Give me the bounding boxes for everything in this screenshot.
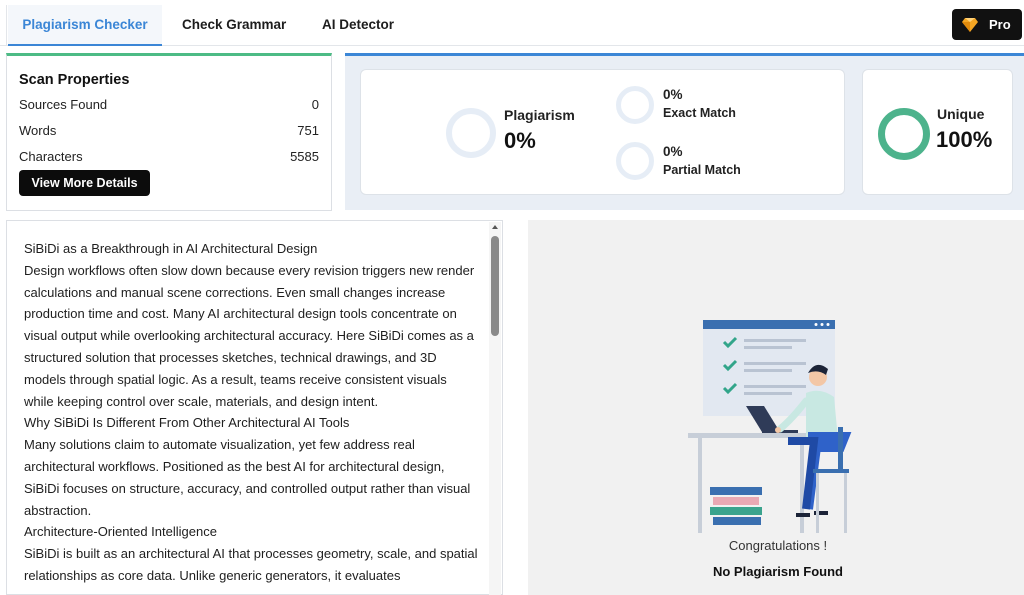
person-laptop-illustration (688, 320, 852, 533)
exact-match-value: 0% (663, 87, 683, 102)
paragraph: Many solutions claim to automate visuali… (24, 437, 471, 518)
view-more-details-button[interactable]: View More Details (19, 170, 150, 196)
unique-ring (878, 108, 930, 160)
top-tab-bar: Plagiarism Checker Check Grammar AI Dete… (0, 0, 1024, 46)
scan-properties-title: Scan Properties (19, 72, 130, 88)
result-area: Congratulations ! No Plagiarism Found (528, 220, 1024, 595)
scroll-up-arrow-icon[interactable] (492, 225, 498, 229)
characters-row: Characters 5585 (19, 149, 319, 164)
partial-match-value: 0% (663, 144, 683, 159)
words-value: 751 (297, 123, 319, 138)
plagiarism-card (360, 69, 845, 195)
pro-button[interactable]: Pro (952, 9, 1022, 40)
text-scrollbar[interactable] (489, 222, 501, 595)
paragraph-heading: Why SiBiDi Is Different From Other Archi… (24, 415, 350, 431)
tab-ai-detector[interactable]: AI Detector (322, 5, 394, 45)
plagiarism-value: 0% (504, 128, 536, 153)
document-text: SiBiDi as a Breakthrough in AI Architect… (24, 238, 479, 587)
congratulations-text: Congratulations ! (728, 538, 828, 553)
tab-divider (6, 5, 7, 45)
plagiarism-ring (446, 108, 496, 158)
partial-match-ring (616, 142, 654, 180)
plagiarism-label: Plagiarism (504, 107, 575, 123)
exact-match-label: Exact Match (663, 106, 736, 120)
exact-match-ring (616, 86, 654, 124)
unique-value: 100% (936, 127, 993, 152)
characters-label: Characters (19, 149, 83, 164)
paragraph-heading: Architecture-Oriented Intelligence (24, 524, 217, 540)
document-text-area[interactable]: SiBiDi as a Breakthrough in AI Architect… (6, 220, 503, 595)
partial-match-label: Partial Match (663, 163, 741, 177)
gem-icon (962, 18, 978, 32)
paragraph: Design workflows often slow down because… (24, 262, 475, 409)
scan-properties-card: Scan Properties Sources Found 0 Words 75… (6, 53, 332, 211)
tab-plagiarism-checker[interactable]: Plagiarism Checker (8, 5, 162, 46)
paragraph: SiBiDi is built as an architectural AI t… (24, 546, 478, 583)
unique-label: Unique (937, 106, 985, 122)
sources-found-label: Sources Found (19, 97, 108, 112)
words-label: Words (19, 123, 57, 138)
paragraph-heading: SiBiDi as a Breakthrough in AI Architect… (24, 241, 318, 256)
tab-check-grammar[interactable]: Check Grammar (182, 5, 286, 45)
words-row: Words 751 (19, 123, 319, 138)
sources-found-value: 0 (311, 97, 319, 112)
no-plagiarism-message: No Plagiarism Found (712, 564, 843, 579)
characters-value: 5585 (290, 149, 319, 164)
scroll-thumb[interactable] (491, 236, 499, 336)
pro-label: Pro (989, 17, 1011, 32)
sources-found-row: Sources Found 0 (19, 97, 319, 112)
